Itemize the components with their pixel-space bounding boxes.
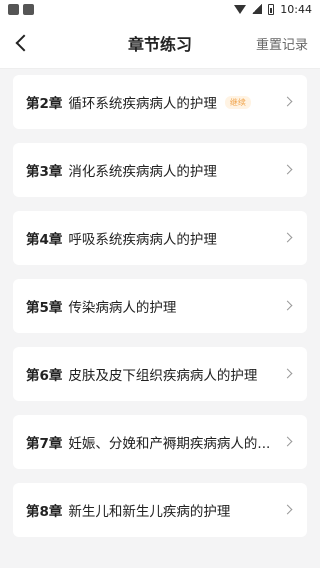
chapter-name: 妊娠、分娩和产褥期疾病病人的... — [68, 436, 271, 452]
status-bar: 10:44 — [0, 0, 320, 18]
chapter-number: 第8章 — [26, 504, 63, 520]
chapter-title: 第4章 呼吸系统疾病病人的护理 — [26, 228, 217, 248]
chapter-item[interactable]: 第8章 新生儿和新生儿疾病的护理 — [13, 483, 307, 537]
battery-icon — [268, 3, 275, 15]
chapter-number: 第4章 — [26, 232, 63, 248]
chapter-name: 皮肤及皮下组织疾病病人的护理 — [68, 368, 258, 384]
chevron-right-icon — [282, 436, 293, 447]
notification-icon — [8, 3, 19, 15]
chapter-title: 第7章 妊娠、分娩和产褥期疾病病人的... — [26, 432, 270, 452]
chapter-number: 第3章 — [26, 164, 63, 180]
chapter-item[interactable]: 第5章 传染病病人的护理 — [13, 279, 307, 333]
chapter-name: 呼吸系统疾病病人的护理 — [68, 232, 217, 248]
chevron-right-icon — [282, 232, 293, 243]
chapter-title: 第8章 新生儿和新生儿疾病的护理 — [26, 500, 230, 520]
nav-bar: 章节练习 重置记录 — [0, 18, 320, 68]
signal-icon — [252, 4, 263, 14]
status-left — [8, 3, 34, 15]
chevron-right-icon — [282, 164, 293, 175]
chapter-number: 第7章 — [26, 436, 63, 452]
chapter-number: 第5章 — [26, 300, 63, 316]
chapter-title: 第5章 传染病病人的护理 — [26, 296, 176, 316]
status-right: 10:44 — [234, 3, 312, 16]
status-time: 10:44 — [280, 2, 312, 16]
chapter-name: 消化系统疾病病人的护理 — [68, 164, 217, 180]
chevron-right-icon — [282, 504, 293, 515]
chapter-list: 第2章 循环系统疾病病人的护理 继续 第3章 消化系统疾病病人的护理 第4章 呼吸系统… — [0, 68, 320, 568]
chapter-title: 第3章 消化系统疾病病人的护理 — [26, 160, 217, 180]
chapter-name: 循环系统疾病病人的护理 — [68, 96, 217, 112]
chapter-title: 第6章 皮肤及皮下组织疾病病人的护理 — [26, 364, 257, 384]
reset-records-button[interactable]: 重置记录 — [256, 34, 308, 53]
chapter-name: 新生儿和新生儿疾病的护理 — [68, 504, 231, 520]
chapter-item[interactable]: 第3章 消化系统疾病病人的护理 — [13, 143, 307, 197]
chevron-right-icon — [282, 96, 293, 107]
chapter-item[interactable]: 第2章 循环系统疾病病人的护理 继续 — [13, 75, 307, 129]
chapter-item[interactable]: 第7章 妊娠、分娩和产褥期疾病病人的... — [13, 415, 307, 469]
chevron-right-icon — [282, 368, 293, 379]
wifi-icon — [234, 4, 247, 14]
notification-icon — [23, 3, 34, 15]
continue-badge: 继续 — [224, 95, 251, 109]
chapter-item[interactable]: 第4章 呼吸系统疾病病人的护理 — [13, 211, 307, 265]
chapter-title: 第2章 循环系统疾病病人的护理 — [26, 92, 217, 112]
chevron-right-icon — [282, 300, 293, 311]
chapter-number: 第6章 — [26, 368, 63, 384]
chapter-number: 第2章 — [26, 96, 63, 112]
chapter-item[interactable]: 第6章 皮肤及皮下组织疾病病人的护理 — [13, 347, 307, 401]
chapter-name: 传染病病人的护理 — [68, 300, 177, 316]
